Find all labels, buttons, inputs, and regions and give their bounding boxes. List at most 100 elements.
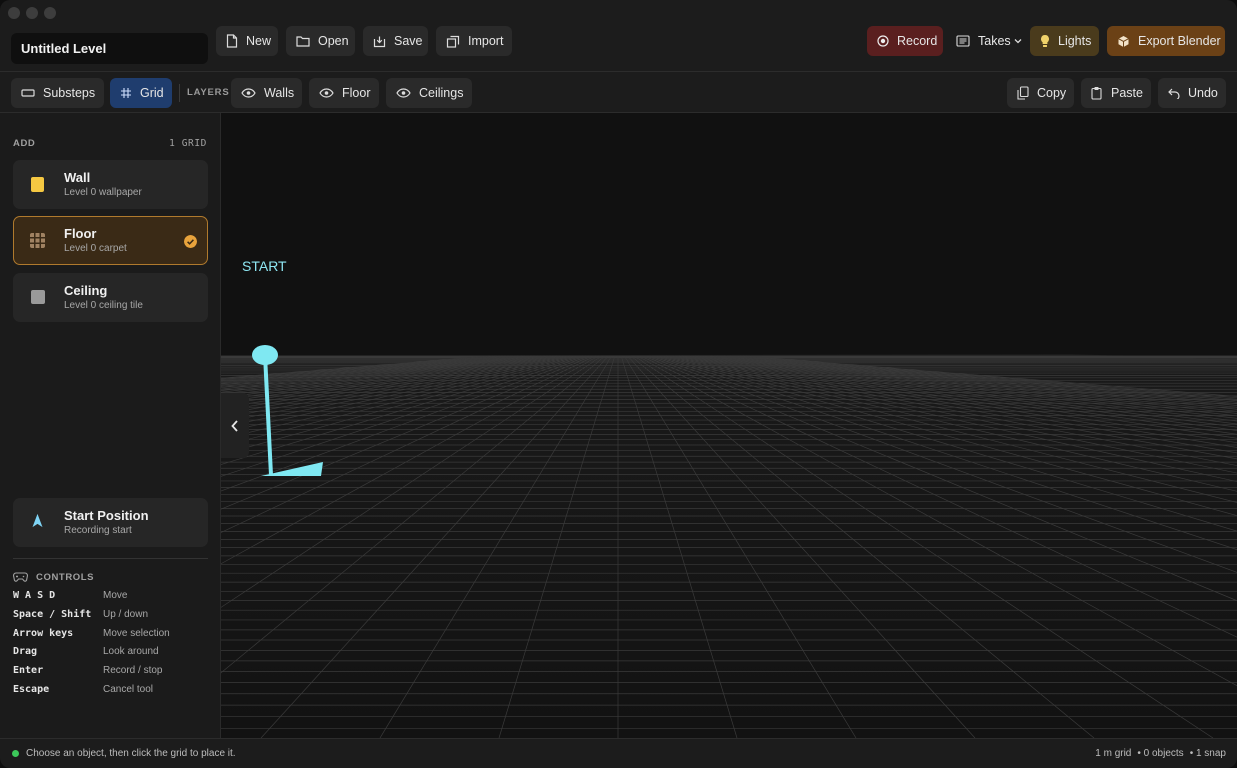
copy-button[interactable]: Copy: [1007, 78, 1074, 108]
floor-tiles-icon: [30, 233, 45, 248]
new-label: New: [246, 34, 272, 48]
secondary-toolbar: Substeps Grid LAYERS Walls Floor Ceiling…: [0, 72, 1237, 113]
takes-label: Takes: [978, 34, 1011, 48]
undo-icon: [1168, 88, 1180, 99]
open-label: Open: [318, 34, 349, 48]
control-key: W A S D: [13, 590, 56, 601]
substeps-icon: [21, 89, 35, 97]
collapse-sidebar-button[interactable]: [221, 393, 249, 458]
new-button[interactable]: New: [216, 26, 278, 56]
eye-icon: [396, 88, 411, 98]
3d-viewport[interactable]: START: [221, 113, 1237, 738]
close-window-button[interactable]: [8, 7, 20, 19]
copy-label: Copy: [1037, 86, 1067, 100]
paste-button[interactable]: Paste: [1081, 78, 1151, 108]
control-desc: Move: [103, 590, 128, 601]
control-key: Drag: [13, 646, 38, 657]
grid-count-label: 1 GRID: [169, 138, 207, 149]
floor-label: Floor: [342, 86, 371, 100]
ceilings-layer-toggle[interactable]: Ceilings: [386, 78, 472, 108]
substeps-button[interactable]: Substeps: [11, 78, 104, 108]
import-icon: [446, 35, 460, 48]
eye-icon: [319, 88, 334, 98]
open-button[interactable]: Open: [286, 26, 355, 56]
layers-label: LAYERS: [187, 87, 230, 98]
paste-icon: [1091, 87, 1102, 100]
record-icon: [877, 35, 889, 47]
lights-button[interactable]: Lights: [1030, 26, 1099, 56]
grid-toggle-button[interactable]: Grid: [110, 78, 172, 108]
ceiling-card-title: Ceiling: [64, 283, 108, 298]
control-key: Space / Shift: [13, 609, 92, 620]
title-bar: [0, 0, 1237, 26]
add-object-sidebar: ADD 1 GRID Wall Level 0 wallpaper Floor …: [0, 113, 221, 738]
status-bar: Choose an object, then click the grid to…: [0, 738, 1237, 768]
takes-list-icon: [956, 35, 970, 47]
floor-grid[interactable]: START: [221, 113, 1237, 738]
toolbar-divider: [179, 84, 180, 102]
undo-label: Undo: [1188, 86, 1218, 100]
control-desc: Cancel tool: [103, 684, 154, 695]
add-wall-card[interactable]: Wall Level 0 wallpaper: [13, 160, 208, 209]
level-title-input[interactable]: Untitled Level: [11, 33, 208, 64]
start-marker-head[interactable]: [252, 345, 278, 365]
status-message: Choose an object, then click the grid to…: [26, 748, 236, 759]
floor-card-subtitle: Level 0 carpet: [64, 243, 127, 254]
new-file-icon: [226, 34, 238, 48]
record-button[interactable]: Record: [867, 26, 943, 56]
paste-label: Paste: [1111, 86, 1143, 100]
save-label: Save: [394, 34, 423, 48]
minimize-window-button[interactable]: [26, 7, 38, 19]
grid-label: Grid: [140, 86, 164, 100]
lightbulb-icon: [1041, 35, 1049, 47]
export-blender-button[interactable]: Export Blender: [1107, 26, 1225, 56]
export-label: Export Blender: [1138, 34, 1221, 48]
ceilings-label: Ceilings: [419, 86, 464, 100]
add-section-label: ADD: [13, 138, 36, 149]
walls-label: Walls: [264, 86, 295, 100]
wall-swatch-icon: [31, 177, 44, 192]
wall-card-title: Wall: [64, 170, 91, 185]
folder-icon: [296, 36, 310, 47]
import-label: Import: [468, 34, 504, 48]
start-position-subtitle: Recording start: [64, 525, 132, 536]
undo-button[interactable]: Undo: [1158, 78, 1226, 108]
floor-card-title: Floor: [64, 226, 97, 241]
save-button[interactable]: Save: [363, 26, 428, 56]
add-floor-card[interactable]: Floor Level 0 carpet: [13, 216, 208, 265]
main-toolbar: Untitled Level New Open Save Import Reco…: [0, 26, 1237, 72]
control-desc: Move selection: [103, 628, 170, 639]
objects-stat: • 0 objects: [1137, 748, 1184, 759]
ceiling-swatch-icon: [31, 290, 45, 304]
controls-section-label: CONTROLS: [36, 572, 95, 583]
start-position-card[interactable]: Start Position Recording start: [13, 498, 208, 547]
takes-dropdown[interactable]: Takes: [946, 26, 1024, 56]
zoom-window-button[interactable]: [44, 7, 56, 19]
walls-layer-toggle[interactable]: Walls: [231, 78, 302, 108]
chevron-left-icon: [231, 419, 238, 432]
start-label: START: [242, 258, 287, 274]
eye-icon: [241, 88, 256, 98]
control-desc: Record / stop: [103, 665, 163, 676]
lights-label: Lights: [1058, 34, 1092, 48]
gamepad-icon: [13, 572, 28, 582]
start-position-title: Start Position: [64, 508, 149, 523]
control-desc: Look around: [103, 646, 159, 657]
status-indicator-icon: [12, 750, 19, 757]
status-stats: 1 m grid • 0 objects • 1 snap: [1095, 748, 1226, 759]
hash-grid-icon: [121, 88, 131, 98]
selected-check-icon: [184, 235, 197, 248]
control-key: Arrow keys: [13, 628, 74, 639]
add-ceiling-card[interactable]: Ceiling Level 0 ceiling tile: [13, 273, 208, 322]
floor-layer-toggle[interactable]: Floor: [309, 78, 379, 108]
control-desc: Up / down: [103, 609, 149, 620]
import-button[interactable]: Import: [436, 26, 512, 56]
substeps-label: Substeps: [43, 86, 96, 100]
control-key: Escape: [13, 684, 50, 695]
chevron-down-icon: [1014, 39, 1022, 44]
ceiling-card-subtitle: Level 0 ceiling tile: [64, 300, 143, 311]
record-label: Record: [897, 34, 938, 48]
copy-icon: [1017, 86, 1029, 100]
grid-size-stat: 1 m grid: [1095, 748, 1132, 759]
save-icon: [373, 36, 386, 47]
